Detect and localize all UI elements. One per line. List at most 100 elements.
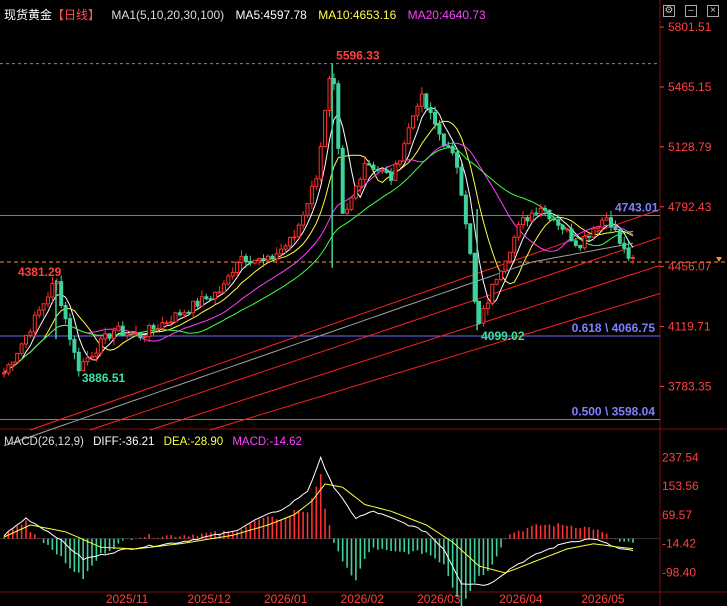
candle-body [587,235,592,238]
candle-body [103,333,108,340]
candle-body [609,217,614,228]
candle-body [463,194,468,225]
candle-body [199,296,204,307]
candle-body [23,334,28,345]
candle-body [177,312,182,316]
candle-body [195,300,200,307]
close-icon[interactable]: × [707,5,719,17]
x-tick-label: 2025/11 [106,592,149,606]
price-annotation: 0.618 \ 4066.75 [572,321,656,335]
candle-body [10,361,15,366]
minimize-icon[interactable]: – [685,5,697,17]
candle-body [305,203,310,216]
macd-dea-line [3,483,634,574]
candle-body [323,109,328,148]
x-tick-label: 2026/02 [341,592,385,606]
candle-body [481,308,486,324]
candle-body [314,178,319,187]
candle-body [450,145,455,154]
candle-body [283,245,288,250]
candle-body [600,219,605,228]
candle-body [6,364,11,374]
chart-header: 现货黄金【日线】 MA1(5,10,20,30,100) MA5:4597.78… [4,6,494,22]
candle-body [151,324,156,330]
candle-body [371,164,376,170]
candle-body [459,166,464,196]
macd-label[interactable]: MACD(26,12,9) [4,436,84,448]
candle-body [125,333,130,336]
ma5-value: MA5:4597.78 [235,8,307,22]
candle-body [191,300,196,314]
candle-body [129,332,134,335]
candle-body [28,331,33,336]
candle-body [485,302,490,310]
candle-body [626,247,631,259]
candle-body [41,303,46,311]
candle-body [327,78,332,111]
candle-body [551,218,556,221]
candle-body [85,357,90,363]
candle-body [547,209,552,220]
candle-body [362,163,367,180]
y-tick-label: 5801.51 [668,20,712,34]
candle-body [446,145,451,148]
candle-body [358,178,363,187]
candle-body [503,260,508,272]
candle-body [292,236,297,239]
candle-body [116,325,121,332]
candle-body [155,328,160,331]
candle-body [45,296,50,305]
symbol-name[interactable]: 现货黄金 [4,8,52,22]
settings-icon[interactable]: ⚙ [663,5,675,17]
candle-body [345,208,350,214]
candle-body [556,219,561,226]
candle-body [468,223,473,254]
candle-body [578,244,583,249]
candle-body [270,255,275,260]
candle-body [169,321,174,324]
candle-body [248,260,253,264]
candle-body [50,283,55,298]
candle-body [538,207,543,215]
candle-body [261,258,266,261]
candle-body [287,236,292,247]
candle-body [415,105,420,117]
candle-body [296,224,301,238]
candle-body [631,256,635,259]
candle-body [617,229,622,244]
candle-body [142,336,147,339]
candle-body [494,278,499,285]
candle-body [433,111,438,125]
candle-body [59,281,64,307]
last-price-marker [716,257,722,263]
chart-toolbar: ⚙ – × [663,5,719,17]
candle-body [380,169,385,172]
candle-body [525,217,530,222]
candle-body [279,248,284,255]
price-chart[interactable]: 5801.515465.155128.794792.434456.074119.… [0,0,727,606]
candle-body [569,228,574,242]
y-tick-label: 3783.35 [668,379,712,393]
x-tick-label: 2026/05 [581,592,625,606]
candle-body [428,107,433,113]
candle-body [349,197,354,210]
ma-config-label[interactable]: MA1(5,10,20,30,100) [111,8,224,22]
candle-body [81,361,86,372]
candle-body [252,259,257,264]
candle-body [595,226,600,230]
candle-body [565,228,570,231]
price-annotation: 3886.51 [82,371,126,385]
macd-diff-line [3,455,634,586]
price-annotation: 0.500 \ 3598.04 [572,404,656,418]
candle-body [622,242,627,249]
candle-body [217,291,222,294]
candle-body [89,355,94,359]
candle-body [529,212,534,222]
candle-body [63,305,68,320]
candle-body [437,123,442,135]
ma20-value: MA20:4640.73 [407,8,486,22]
ma10-value: MA10:4653.16 [318,8,397,22]
candle-body [2,372,6,375]
period-label[interactable]: 【日线】 [52,8,100,22]
candle-body [213,291,218,300]
